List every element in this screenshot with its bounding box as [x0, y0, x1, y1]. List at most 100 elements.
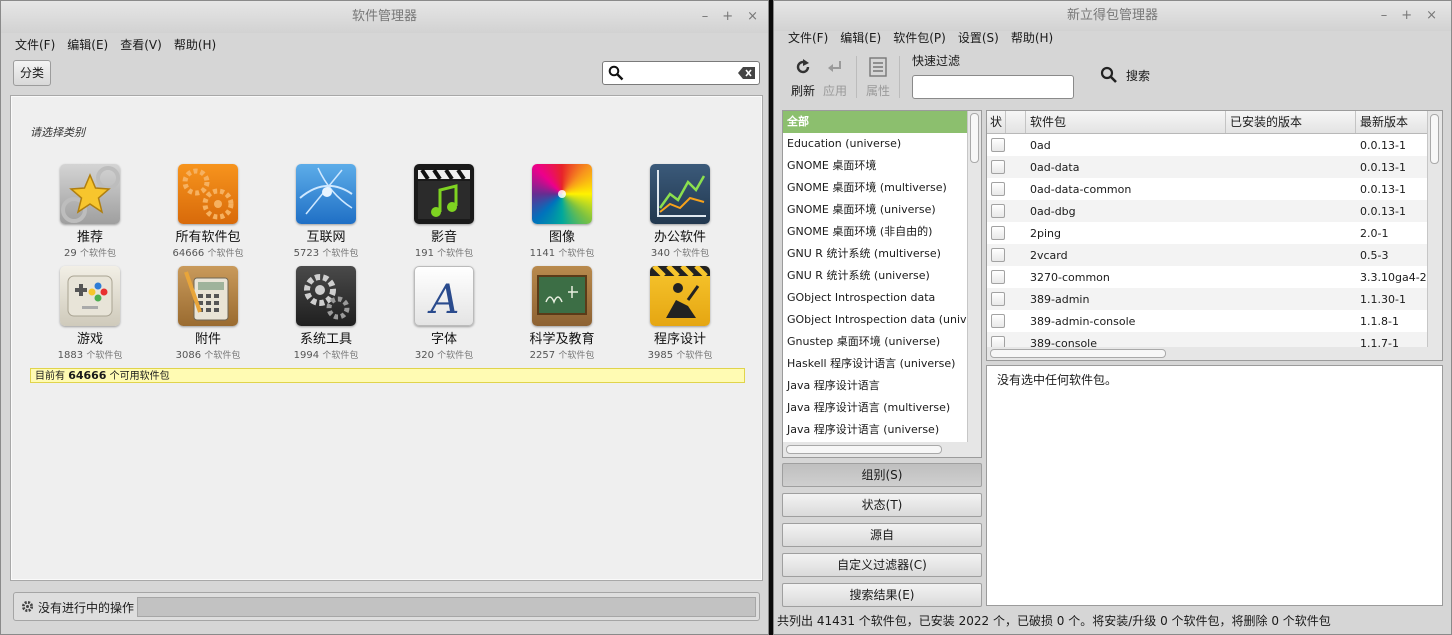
menu-help[interactable]: 帮助(H) [168, 36, 222, 53]
table-horizontal-scrollbar[interactable] [987, 347, 1442, 360]
menu-file[interactable]: 文件(F) [782, 29, 834, 46]
filter-item[interactable]: GNOME 桌面环境 [783, 155, 981, 177]
star-icon [60, 164, 120, 224]
category-accessories[interactable]: 附件 3086 个软件包 [148, 266, 268, 361]
status-checkbox[interactable] [991, 226, 1005, 240]
category-sound-video[interactable]: 影音 191 个软件包 [384, 164, 504, 259]
scrollbar-thumb[interactable] [1430, 114, 1439, 164]
filter-item[interactable]: Java 程序设计语言 (multiverse) [783, 397, 981, 419]
column-support[interactable] [1006, 111, 1026, 133]
column-installed-version[interactable]: 已安装的版本 [1226, 111, 1356, 133]
system-gears-icon [296, 266, 356, 326]
minimize-icon[interactable]: – [702, 1, 709, 33]
search-button[interactable]: 搜索 [1100, 66, 1150, 84]
filter-item[interactable]: GNOME 桌面环境 (multiverse) [783, 177, 981, 199]
status-checkbox[interactable] [991, 204, 1005, 218]
column-status[interactable]: 状 [987, 111, 1006, 133]
globe-icon [296, 164, 356, 224]
status-filter-button[interactable]: 状态(T) [782, 493, 982, 517]
category-graphics[interactable]: 图像 1141 个软件包 [502, 164, 622, 259]
category-featured[interactable]: 推荐 29 个软件包 [30, 164, 150, 259]
origin-filter-button[interactable]: 源自 [782, 523, 982, 547]
status-checkbox[interactable] [991, 138, 1005, 152]
filter-item[interactable]: GObject Introspection data (universe) [783, 309, 981, 331]
category-all-packages[interactable]: 所有软件包 64666 个软件包 [148, 164, 268, 259]
menu-edit[interactable]: 编辑(E) [834, 29, 887, 46]
status-checkbox[interactable] [991, 270, 1005, 284]
filter-item[interactable]: GNOME 桌面环境 (非自由的) [783, 221, 981, 243]
category-fonts[interactable]: A 字体 320 个软件包 [384, 266, 504, 361]
close-icon[interactable]: × [1426, 1, 1437, 31]
column-package[interactable]: 软件包 [1026, 111, 1226, 133]
table-row[interactable]: 389-admin 1.1.30-1 [987, 288, 1442, 310]
filter-item[interactable]: GNU R 统计系统 (multiverse) [783, 243, 981, 265]
menu-view[interactable]: 查看(V) [114, 36, 168, 53]
clapper-icon [414, 164, 474, 224]
menu-settings[interactable]: 设置(S) [952, 29, 1005, 46]
status-checkbox[interactable] [991, 248, 1005, 262]
table-row[interactable]: 0ad-dbg 0.0.13-1 [987, 200, 1442, 222]
menu-edit[interactable]: 编辑(E) [61, 36, 114, 53]
scrollbar-thumb[interactable] [970, 113, 979, 163]
maximize-icon[interactable]: + [1401, 1, 1412, 31]
category-name: 游戏 [76, 332, 103, 347]
filter-item[interactable]: Gnustep 桌面环境 (universe) [783, 331, 981, 353]
filter-vertical-scrollbar[interactable] [967, 111, 981, 442]
status-checkbox[interactable] [991, 314, 1005, 328]
title-bar[interactable]: 软件管理器 – + × [1, 1, 768, 33]
title-bar[interactable]: 新立得包管理器 – + × [774, 1, 1451, 31]
category-programming[interactable]: 程序设计 3985 个软件包 [620, 266, 740, 361]
search-input[interactable] [602, 61, 760, 85]
apply-icon [828, 61, 841, 72]
filter-item[interactable]: GObject Introspection data [783, 287, 981, 309]
menu-help[interactable]: 帮助(H) [1005, 29, 1059, 46]
filter-item[interactable]: GNOME 桌面环境 (universe) [783, 199, 981, 221]
menu-file[interactable]: 文件(F) [9, 36, 61, 53]
category-internet[interactable]: 互联网 5723 个软件包 [266, 164, 386, 259]
category-name: 程序设计 [653, 332, 706, 347]
maximize-icon[interactable]: + [722, 1, 733, 33]
close-icon[interactable]: × [747, 1, 758, 33]
filter-item[interactable]: Java 程序设计语言 [783, 375, 981, 397]
quick-filter-input[interactable] [912, 75, 1074, 99]
category-name: 互联网 [306, 230, 346, 245]
table-row[interactable]: 0ad-data-common 0.0.13-1 [987, 178, 1442, 200]
status-checkbox[interactable] [991, 160, 1005, 174]
category-office[interactable]: 办公软件 340 个软件包 [620, 164, 740, 259]
column-latest-version[interactable]: 最新版本 [1356, 111, 1428, 133]
menu-package[interactable]: 软件包(P) [887, 29, 952, 46]
category-system-tools[interactable]: 系统工具 1994 个软件包 [266, 266, 386, 361]
category-science-education[interactable]: 科学及教育 2257 个软件包 [502, 266, 622, 361]
table-vertical-scrollbar[interactable] [1427, 111, 1442, 347]
filter-item[interactable]: GNU R 统计系统 (universe) [783, 265, 981, 287]
filter-horizontal-scrollbar[interactable] [783, 442, 981, 457]
category-games[interactable]: 游戏 1883 个软件包 [30, 266, 150, 361]
table-row[interactable]: 0ad-data 0.0.13-1 [987, 156, 1442, 178]
custom-filter-button[interactable]: 自定义过滤器(C) [782, 553, 982, 577]
table-row[interactable]: 2ping 2.0-1 [987, 222, 1442, 244]
filter-item[interactable]: Java 程序设计语言 (universe) [783, 419, 981, 441]
table-row[interactable]: 2vcard 0.5-3 [987, 244, 1442, 266]
table-body: 0ad 0.0.13-1 0ad-data 0.0.13-1 0ad-data-co… [987, 134, 1442, 354]
apply-button[interactable]: 应用 [820, 51, 850, 99]
table-row[interactable]: 0ad 0.0.13-1 [987, 134, 1442, 156]
filter-item[interactable]: 全部 [783, 111, 967, 133]
category-count: 1994 个软件包 [293, 350, 359, 361]
sections-filter-button[interactable]: 组别(S) [782, 463, 982, 487]
properties-button[interactable]: 属性 [864, 51, 892, 99]
category-name: 影音 [430, 230, 457, 245]
status-checkbox[interactable] [991, 292, 1005, 306]
status-checkbox[interactable] [991, 182, 1005, 196]
filter-item[interactable]: Education (universe) [783, 133, 981, 155]
scrollbar-thumb[interactable] [786, 445, 942, 454]
reload-button[interactable]: 刷新 [788, 51, 818, 99]
filter-item[interactable]: Haskell 程序设计语言 (universe) [783, 353, 981, 375]
search-results-button[interactable]: 搜索结果(E) [782, 583, 982, 607]
minimize-icon[interactable]: – [1381, 1, 1388, 31]
search-icon [1100, 66, 1117, 83]
table-row[interactable]: 389-admin-console 1.1.8-1 [987, 310, 1442, 332]
scrollbar-thumb[interactable] [990, 349, 1166, 358]
table-row[interactable]: 3270-common 3.3.10ga4-2 [987, 266, 1442, 288]
categories-button[interactable]: 分类 [13, 60, 51, 86]
clear-icon[interactable] [738, 67, 755, 79]
